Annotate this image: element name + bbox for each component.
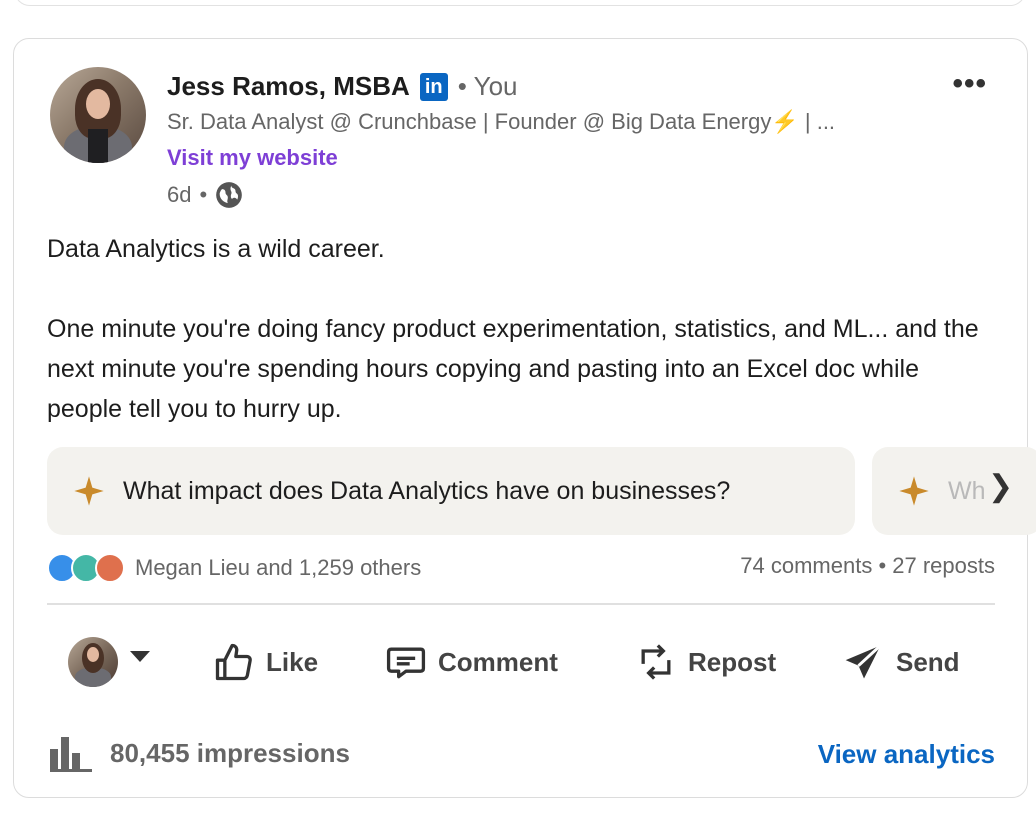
comment-icon — [386, 647, 426, 679]
action-bar: Like Comment Repost Send — [14, 627, 1027, 697]
divider — [47, 603, 995, 605]
reposts-count[interactable]: 27 reposts — [892, 553, 995, 578]
post-card: Jess Ramos, MSBA in • You Sr. Data Analy… — [13, 38, 1036, 798]
post-age: 6d — [167, 182, 192, 207]
author-name[interactable]: Jess Ramos, MSBA — [167, 71, 410, 102]
post-stats: 74 comments • 27 reposts — [740, 553, 995, 578]
impressions-count: 80,455 impressions — [110, 737, 350, 768]
reactions-text: Megan Lieu and 1,259 others — [135, 555, 422, 580]
bar-chart-icon — [50, 737, 92, 772]
like-button[interactable]: Like — [212, 635, 318, 689]
previous-post-card — [14, 0, 1026, 6]
globe-icon — [216, 182, 243, 208]
post-meta: 6d • — [167, 181, 243, 209]
post-body: Data Analytics is a wild career. One min… — [47, 229, 987, 429]
like-icon — [215, 643, 252, 681]
view-analytics-link[interactable]: View analytics — [818, 739, 995, 770]
chevron-down-icon[interactable] — [130, 651, 150, 662]
suggestion-chip-1[interactable]: What impact does Data Analytics have on … — [47, 447, 855, 535]
sparkle-icon — [899, 476, 929, 506]
author-headline: Sr. Data Analyst @ Crunchbase | Founder … — [167, 109, 836, 134]
linkedin-icon: in — [419, 72, 448, 101]
love-reaction-icon — [95, 553, 125, 583]
impressions[interactable]: 80,455 impressions — [48, 733, 350, 773]
suggestion-text: What impact does Data Analytics have on … — [123, 476, 731, 505]
repost-icon — [641, 644, 671, 680]
lightning-emoji: ⚡ — [771, 109, 799, 134]
author-avatar[interactable] — [50, 67, 146, 163]
post-paragraph-2: One minute you're doing fancy product ex… — [47, 315, 979, 423]
more-options-button[interactable]: ••• — [952, 67, 987, 101]
send-icon — [845, 644, 882, 679]
post-paragraph-1: Data Analytics is a wild career. — [47, 235, 385, 263]
relation-label: • You — [457, 71, 518, 101]
comments-count[interactable]: 74 comments — [740, 553, 872, 578]
send-button[interactable]: Send — [842, 635, 960, 689]
repost-button[interactable]: Repost — [634, 635, 776, 689]
comment-button[interactable]: Comment — [384, 635, 558, 689]
meta-separator: • — [199, 182, 208, 207]
author-name-row: Jess Ramos, MSBA in • You — [167, 71, 518, 102]
chevron-right-icon[interactable]: ❯ — [988, 469, 1013, 504]
suggestion-text: Wh — [948, 476, 986, 505]
visit-website-link[interactable]: Visit my website — [167, 145, 338, 171]
actor-avatar[interactable] — [68, 637, 118, 687]
sparkle-icon — [74, 476, 104, 506]
reactions-summary[interactable]: Megan Lieu and 1,259 others — [47, 553, 421, 583]
